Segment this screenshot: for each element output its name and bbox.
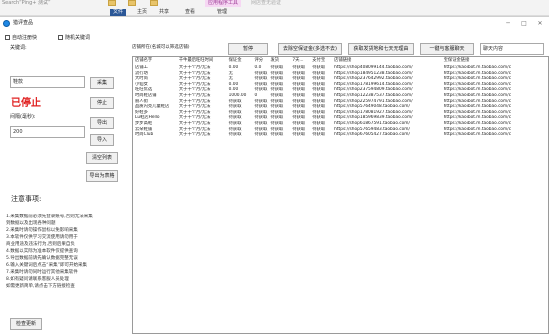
status-text: 已停止	[11, 98, 41, 109]
pause-button[interactable]: 暂停	[228, 43, 268, 55]
column-header[interactable]: 店铺链接	[332, 57, 442, 65]
table-body: 店铺工 大于十个月/无法 0.00 0.0 待获取 待获取 待获取 https://shop4…	[133, 65, 548, 138]
notice-line: 7.采集时请勿同时运行其他采集软件	[6, 270, 78, 275]
table-cell: 待获取	[228, 132, 242, 138]
column-header[interactable]: 发货	[268, 57, 291, 65]
table-row[interactable]: 时尚Club 大于十个月/无法 待获取 待获取 待获取 待获取 待获取 https://sho…	[133, 132, 548, 138]
table-cell: 待获取	[254, 76, 268, 82]
table-row[interactable]: 步步高鞋 大于十个月/无法 待获取 待获取 待获取 待获取 待获取 https://shop6…	[133, 121, 548, 127]
table-cell: 待获取	[270, 132, 284, 138]
ribbon-tab-share[interactable]: 共享	[156, 9, 172, 16]
title-bar: 猎评查品 ─ □ ✕	[0, 17, 549, 30]
notice-line: 到数据以及出现各种问题	[6, 221, 56, 226]
check-update-button[interactable]: 检查更新	[10, 318, 42, 330]
column-header[interactable]: 7天...	[290, 57, 311, 65]
results-panel: 店铺所在(名城可以筛选店铺) 暂停 去除空保证金(多选不去) 获取发货地和七天无…	[130, 30, 549, 335]
folder-icon	[150, 0, 158, 6]
table-row[interactable]: 大时尚 大于十个月/无法无待获取 待获取 待获取 待获取 https://shop2376…	[133, 76, 548, 82]
close-button[interactable]: ✕	[532, 17, 548, 30]
table-cell: 待获取	[312, 132, 326, 138]
table-cell: 待获取	[254, 104, 268, 110]
interval-input[interactable]: 200	[10, 126, 85, 138]
keyword-input[interactable]: 鞋款	[10, 76, 85, 88]
checkbox-box	[5, 35, 10, 40]
table-cell: 待获取	[254, 120, 268, 126]
notice-line: 3.本软件仅供学习交流使用请勿用于	[6, 235, 78, 240]
export-table-button[interactable]: 导出为表格	[86, 170, 118, 182]
notice-line: 1.采集数据前必须先登录账号,否则无法采集	[6, 214, 93, 219]
contact-service-button[interactable]: 一键与客服聊天	[420, 43, 474, 55]
ribbon-tab-home[interactable]: 主页	[134, 9, 150, 16]
keyword-label: 关键词:	[10, 45, 27, 51]
folder-icon	[108, 0, 116, 6]
column-header[interactable]: 支付宝	[310, 57, 333, 65]
notice-line: 如需更新简单,请点击下方链接检查	[6, 284, 75, 289]
import-button[interactable]: 导入	[90, 134, 114, 146]
notice-line: 6.输入关键词后点击“采集”即可开始采集	[6, 263, 87, 268]
background-explorer-bar: Search“Ping+ 测试” 应用程序工具 网店查无验证 文件 主页 共享 …	[0, 0, 549, 16]
column-header[interactable]: 保证金	[226, 57, 253, 65]
table-cell: 待获取	[254, 132, 268, 138]
table-header: 店铺名字 千牛最后旺旺时间 保证金 评分 发货 7天... 支付宝 店铺链接 宝…	[133, 57, 548, 65]
chat-content-input[interactable]: 聊天内容	[480, 43, 544, 55]
results-table: 店铺名字 千牛最后旺旺时间 保证金 评分 发货 7天... 支付宝 店铺链接 宝…	[132, 56, 549, 334]
ribbon-tab-manage[interactable]: 管理	[214, 9, 230, 16]
notice-text: 1.采集数据前必须先登录账号,否则无法采集 到数据以及出现各种问题 2.采集时请…	[6, 214, 128, 291]
column-header[interactable]: 评分	[252, 57, 269, 65]
ribbon-tool-app[interactable]: 应用程序工具	[205, 0, 242, 7]
minimize-button[interactable]: ─	[500, 17, 516, 30]
window-title: 猎评查品	[13, 20, 34, 26]
collect-button[interactable]: 采集	[90, 77, 114, 89]
ribbon-tab-view[interactable]: 查看	[182, 9, 198, 16]
maximize-button[interactable]: □	[516, 17, 532, 30]
notice-title: 注意事项:	[11, 195, 42, 203]
table-cell: https://kaoibot.m.taobao.com/c	[443, 132, 512, 138]
export-button[interactable]: 导出	[90, 117, 114, 129]
background-search-box[interactable]: Search“Ping+ 测试”	[2, 0, 102, 6]
shop-table: 店铺名字 千牛最后旺旺时间 保证金 评分 发货 7天... 支付宝 店铺链接 宝…	[133, 57, 548, 138]
auto-register-checkbox[interactable]: 自动注册快	[5, 35, 37, 42]
table-cell: https://shop67605427.taobao.com/	[334, 132, 410, 138]
remove-cert-button[interactable]: 去除空保证金(多选不去)	[278, 43, 342, 55]
column-header[interactable]: 店铺名字	[133, 57, 177, 65]
notice-line: 5.导出数据前请先确认数据完整无误	[6, 256, 78, 261]
get-shop-info-button[interactable]: 获取发货地和七天无理由	[348, 43, 414, 55]
folder-icon	[128, 0, 136, 6]
ribbon-tab-file[interactable]: 文件	[110, 9, 127, 16]
table-cell: 时尚Club	[135, 132, 154, 138]
ribbon-tool-verify[interactable]: 网店查无验证	[248, 0, 284, 7]
table-cell: 大于十个月/无法	[178, 132, 211, 138]
interval-label: 间隔(毫秒):	[10, 114, 36, 120]
notice-line: 8.如有疑问请联系客服人员处理	[6, 277, 69, 282]
app-window: 猎评查品 ─ □ ✕ 自动注册快 随机关键词 关键词: 鞋款 采集 停止 已停止…	[0, 16, 549, 335]
clear-list-button[interactable]: 清空列表	[86, 152, 118, 164]
notice-line: 2.采集时请勿操作鼠标以免影响采集	[6, 228, 78, 233]
checkbox-box	[58, 35, 63, 40]
control-panel: 自动注册快 随机关键词 关键词: 鞋款 采集 停止 已停止 间隔(毫秒): 20…	[0, 30, 130, 335]
stop-button[interactable]: 停止	[90, 97, 114, 109]
table-cell: 待获取	[292, 132, 306, 138]
column-header[interactable]: 宝保证金链接	[441, 57, 548, 65]
filter-hint: 店铺所在(名城可以筛选店铺)	[132, 45, 190, 50]
table-row[interactable]: 店铺工 大于十个月/无法 0.00 0.0 待获取 待获取 待获取 https://shop4…	[133, 65, 548, 71]
column-header[interactable]: 千牛最后旺旺时间	[176, 57, 227, 65]
table-row[interactable]: 时尚鞋店铺 大于十个月/无法 1000.00 0 待获取 待获取 待获取 https://sh…	[133, 93, 548, 99]
notice-line: 4.数据以实际为准本软件仅提供查询	[6, 249, 78, 254]
random-keyword-checkbox[interactable]: 随机关键词	[58, 35, 90, 42]
notice-line: 商业用途及违法行为,否则后果自负	[6, 242, 75, 247]
table-row[interactable]: 品质闪亮儿童鞋店 大于十个月/无法 待获取 待获取 待获取 待获取 待获取 https://s…	[133, 104, 548, 110]
app-icon	[3, 20, 10, 27]
